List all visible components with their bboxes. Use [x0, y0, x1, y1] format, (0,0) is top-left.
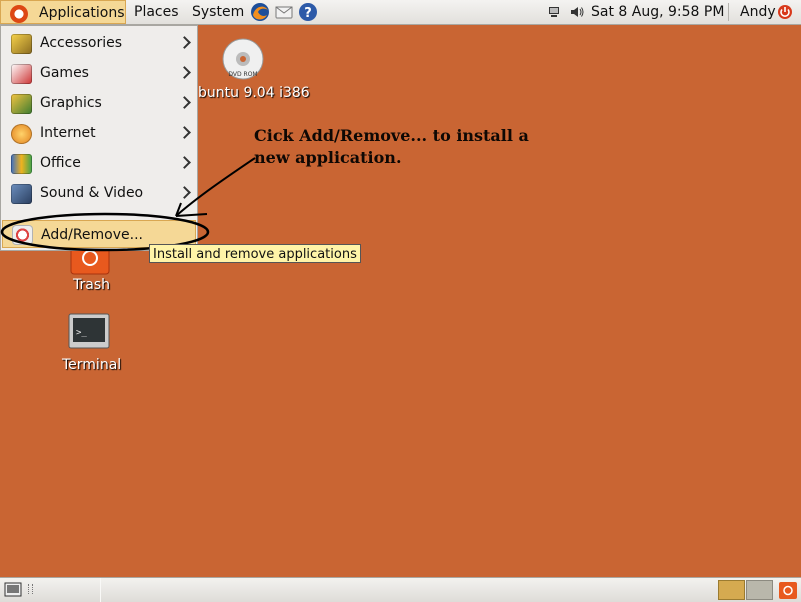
bottom-panel	[0, 577, 801, 602]
menu-item-label: Games	[40, 65, 89, 81]
menu-item-label: Office	[40, 155, 81, 171]
panel-divider	[100, 578, 101, 602]
network-icon[interactable]	[548, 6, 560, 18]
workspace-1[interactable]	[718, 580, 745, 600]
dvd-badge: DVD ROM	[228, 71, 257, 78]
menu-item-label: Internet	[40, 125, 96, 141]
chevron-right-icon	[178, 126, 191, 139]
menu-item-accessories[interactable]: Accessories	[2, 29, 196, 57]
menu-item-internet[interactable]: Internet	[2, 119, 196, 147]
email-icon[interactable]	[274, 2, 294, 22]
internet-icon	[11, 124, 32, 144]
workspace-2[interactable]	[746, 580, 773, 600]
dvd-icon[interactable]: DVD ROM	[221, 37, 265, 81]
menu-item-label: Sound & Video	[40, 185, 144, 201]
sound-video-icon	[11, 184, 32, 204]
chevron-right-icon	[178, 96, 191, 109]
ubuntu-logo-icon	[10, 5, 28, 23]
applications-dropdown: Accessories Games Graphics Internet Offi…	[0, 25, 198, 251]
trash-applet-icon[interactable]	[778, 581, 798, 600]
places-menu[interactable]: Places	[134, 0, 179, 24]
terminal-label[interactable]: Terminal	[62, 357, 121, 373]
graphics-icon	[11, 94, 32, 114]
tooltip: Install and remove applications	[149, 244, 361, 263]
applications-menu[interactable]: Applications	[0, 0, 126, 24]
chevron-right-icon	[178, 36, 191, 49]
user-switcher[interactable]: Andy	[740, 0, 776, 24]
games-icon	[11, 64, 32, 84]
terminal-icon[interactable]: >_	[68, 313, 110, 351]
menu-item-sound-video[interactable]: Sound & Video	[2, 179, 196, 207]
add-remove-icon	[12, 225, 33, 245]
clock[interactable]: Sat 8 Aug, 9:58 PM	[591, 0, 724, 24]
menu-item-label: Accessories	[40, 35, 123, 51]
menu-item-games[interactable]: Games	[2, 59, 196, 87]
dvd-label[interactable]: buntu 9.04 i386	[198, 85, 310, 101]
menu-item-label: Add/Remove...	[41, 227, 143, 243]
chevron-right-icon	[178, 66, 191, 79]
top-panel: Applications Places System ? Sat 8 Aug, …	[0, 0, 801, 25]
system-menu[interactable]: System	[192, 0, 244, 24]
firefox-icon[interactable]	[250, 2, 270, 22]
volume-icon[interactable]	[570, 6, 584, 18]
svg-text:>_: >_	[76, 328, 87, 338]
power-icon[interactable]	[777, 4, 793, 20]
accessories-icon	[11, 34, 32, 54]
panel-handle[interactable]	[28, 584, 33, 594]
annotation-text: Cick Add/Remove... to install a new appl…	[254, 126, 529, 167]
chevron-right-icon	[178, 156, 191, 169]
menu-item-graphics[interactable]: Graphics	[2, 89, 196, 117]
help-icon[interactable]: ?	[298, 2, 318, 22]
panel-divider	[728, 3, 729, 21]
trash-label[interactable]: Trash	[73, 277, 110, 293]
office-icon	[11, 154, 32, 174]
menu-item-office[interactable]: Office	[2, 149, 196, 177]
applications-menu-label: Applications	[39, 5, 125, 21]
chevron-right-icon	[178, 186, 191, 199]
menu-item-label: Graphics	[40, 95, 102, 111]
svg-text:?: ?	[304, 6, 312, 21]
show-desktop-icon[interactable]	[4, 582, 22, 598]
